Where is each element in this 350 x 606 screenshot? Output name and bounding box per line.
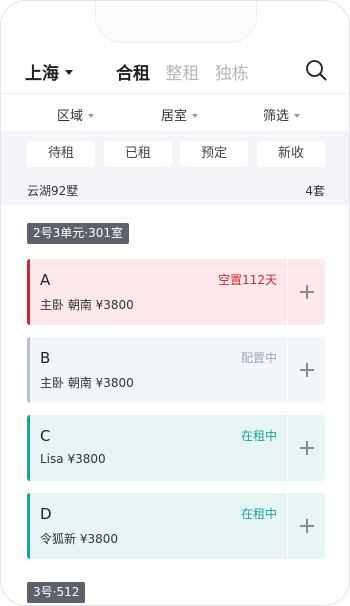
room-detail: 主卧 朝南 ¥3800 [40,298,134,312]
search-icon[interactable] [305,59,327,81]
status-stripe [27,337,30,403]
tab-shared[interactable]: 合租 [116,64,150,84]
chip-reserved[interactable]: 预定 [180,141,248,167]
room-name: C [40,427,51,445]
caret-down-icon [294,113,301,118]
chip-new[interactable]: 新收 [257,141,325,167]
room-detail: Lisa ¥3800 [40,452,106,466]
status-stripe [27,259,30,325]
plus-icon [300,285,314,299]
rent-type-tabs: 合租 整租 独栋 [116,59,259,84]
status-stripe [27,415,30,481]
tab-whole[interactable]: 整租 [165,64,199,84]
tab-standalone[interactable]: 独栋 [215,64,249,84]
filter-bar: 区域 居室 筛选 [1,93,349,132]
caret-down-icon [65,69,73,75]
room-card-b[interactable]: B 主卧 朝南 ¥3800 配置中 [27,337,325,403]
add-button[interactable] [287,493,325,559]
room-detail: 主卧 朝南 ¥3800 [40,376,134,390]
filter-rooms-label: 居室 [161,109,188,124]
unit-tag: 3号·512 [27,582,86,603]
room-name: A [40,271,51,289]
phone-frame: 上海 合租 整租 独栋 区域 居室 筛选 待租 已租 预定 新收 云湖92墅 4… [0,0,350,606]
add-button[interactable] [287,259,325,325]
building-name: 云湖92墅 [27,184,79,198]
add-button[interactable] [287,415,325,481]
unit-tag: 2号3单元·301室 [27,223,129,244]
room-status: 在租中 [240,429,277,443]
room-status: 配置中 [240,351,277,365]
plus-icon [300,519,314,533]
room-name: B [40,349,51,367]
room-card-d[interactable]: D 令狐新 ¥3800 在租中 [27,493,325,559]
plus-icon [300,441,314,455]
status-section: 待租 已租 预定 新收 云湖92墅 4套 [1,131,349,205]
room-card-c[interactable]: C Lisa ¥3800 在租中 [27,415,325,481]
filter-more[interactable]: 筛选 [263,105,301,124]
top-header: 上海 合租 整租 独栋 [1,49,349,93]
room-detail: 令狐新 ¥3800 [40,532,118,546]
filter-rooms[interactable]: 居室 [161,105,199,124]
status-stripe [27,493,30,559]
filter-more-label: 筛选 [263,109,290,124]
caret-down-icon [88,113,95,118]
filter-area[interactable]: 区域 [57,105,95,124]
device-notch [95,1,257,43]
add-button[interactable] [287,337,325,403]
caret-down-icon [192,113,199,118]
chip-rented[interactable]: 已租 [104,141,172,167]
plus-icon [300,363,314,377]
room-status: 在租中 [240,507,277,521]
chip-to-rent[interactable]: 待租 [27,141,95,167]
room-name: D [40,505,52,523]
room-card-a[interactable]: A 主卧 朝南 ¥3800 空置112天 [27,259,325,325]
building-count: 4套 [305,184,325,198]
city-label: 上海 [25,64,59,84]
filter-area-label: 区域 [57,109,84,124]
city-selector[interactable]: 上海 [25,59,73,84]
room-status: 空置112天 [218,273,277,287]
